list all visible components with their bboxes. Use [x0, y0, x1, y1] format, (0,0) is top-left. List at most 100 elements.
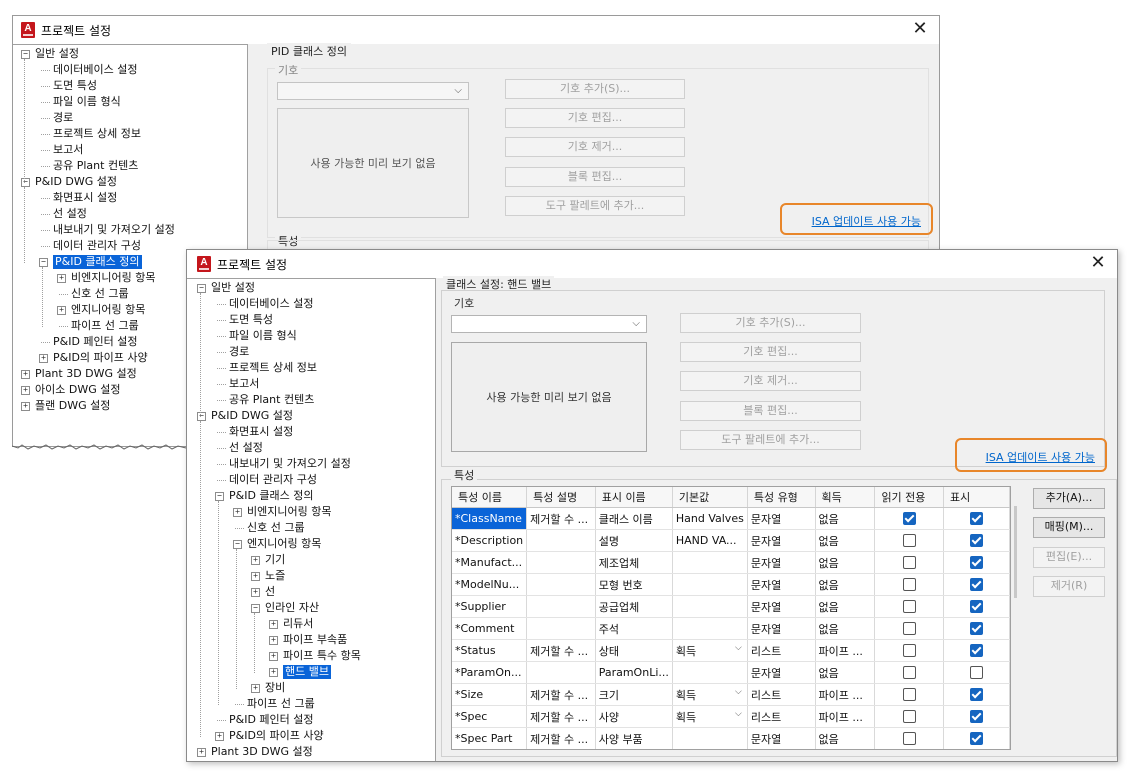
- visible-checkbox[interactable]: [970, 534, 983, 548]
- property-name-cell[interactable]: *ParamOn...: [452, 661, 528, 684]
- front-tree-item[interactable]: 일반 설정: [211, 281, 255, 295]
- add-property-button[interactable]: 추가(A)...: [1033, 488, 1105, 509]
- default-value-cell[interactable]: [672, 573, 748, 596]
- edit-property-button[interactable]: 편집(E)...: [1033, 547, 1105, 568]
- property-description-cell[interactable]: 제거할 수 ...: [526, 727, 596, 749]
- front-isa-update-link[interactable]: ISA 업데이트 사용 가능: [986, 449, 1095, 465]
- front-tree-item[interactable]: 프로젝트 상세 정보: [229, 361, 317, 375]
- table-row[interactable]: *Spec Part 제거할 수 ... 사양 부품 문자열 없음: [452, 727, 1010, 749]
- expand-icon[interactable]: +: [269, 652, 278, 661]
- readonly-checkbox[interactable]: [902, 622, 916, 636]
- table-row[interactable]: *Size 제거할 수 ... 크기 ⌵ 획득 리스트 파이프 ...: [452, 683, 1010, 706]
- collapse-icon[interactable]: −: [251, 604, 260, 613]
- front-tree-item[interactable]: 핸드 밸브: [283, 665, 331, 679]
- grid-column-header[interactable]: 특성 설명: [526, 487, 596, 508]
- expand-icon[interactable]: +: [251, 556, 260, 565]
- collapse-icon[interactable]: −: [21, 50, 30, 59]
- property-type-cell[interactable]: 문자열: [747, 661, 816, 684]
- grid-column-header[interactable]: 표시: [943, 487, 1010, 508]
- front-tree-item[interactable]: P&ID의 파이프 사양: [229, 729, 324, 743]
- back-tree-item[interactable]: 비엔지니어링 항목: [71, 271, 155, 285]
- back-tree-item[interactable]: 내보내기 및 가져오기 설정: [53, 223, 175, 237]
- close-icon[interactable]: ✕: [911, 18, 929, 39]
- expand-icon[interactable]: +: [39, 354, 48, 363]
- default-value-cell[interactable]: ⌵ 획득: [672, 683, 748, 706]
- acquire-cell[interactable]: 없음: [815, 727, 876, 749]
- display-name-cell[interactable]: ParamOnLi...: [595, 661, 673, 684]
- back-tree-item[interactable]: 도면 특성: [53, 79, 97, 93]
- front-edit-block-button[interactable]: 블록 편집...: [680, 401, 861, 421]
- property-type-cell[interactable]: 문자열: [747, 617, 816, 640]
- acquire-cell[interactable]: 없음: [815, 551, 876, 574]
- back-tree-item[interactable]: Plant 3D DWG 설정: [35, 367, 137, 381]
- property-name-cell[interactable]: *Manufact...: [452, 551, 528, 574]
- display-name-cell[interactable]: 제조업체: [595, 551, 673, 574]
- collapse-icon[interactable]: −: [197, 412, 206, 421]
- property-name-cell[interactable]: *Supplier: [452, 595, 528, 618]
- visible-checkbox[interactable]: [970, 732, 983, 746]
- back-tree-item[interactable]: P&ID의 파이프 사양: [53, 351, 148, 365]
- expand-icon[interactable]: +: [269, 636, 278, 645]
- visible-checkbox[interactable]: [970, 578, 983, 592]
- property-description-cell[interactable]: [526, 529, 596, 552]
- back-tree-item[interactable]: 아이소 DWG 설정: [35, 383, 120, 397]
- readonly-checkbox[interactable]: [902, 556, 916, 570]
- visible-checkbox[interactable]: [970, 644, 983, 658]
- default-value-cell[interactable]: ⌵ 획득: [672, 639, 748, 662]
- front-tree-item[interactable]: 선 설정: [229, 441, 263, 455]
- readonly-checkbox[interactable]: [902, 666, 916, 680]
- property-description-cell[interactable]: [526, 595, 596, 618]
- property-description-cell[interactable]: 제거할 수 ...: [526, 705, 596, 728]
- property-type-cell[interactable]: 리스트: [747, 639, 816, 662]
- front-tree-item[interactable]: 보고서: [229, 377, 259, 391]
- front-remove-symbol-button[interactable]: 기호 제거...: [680, 371, 861, 391]
- front-tree-item[interactable]: P&ID 클래스 정의: [229, 489, 314, 503]
- property-description-cell[interactable]: 제거할 수 ...: [526, 683, 596, 706]
- back-tree-item[interactable]: 공유 Plant 컨텐츠: [53, 159, 138, 173]
- visible-checkbox[interactable]: [970, 710, 983, 724]
- property-type-cell[interactable]: 리스트: [747, 705, 816, 728]
- back-tree-item[interactable]: 화면표시 설정: [53, 191, 117, 205]
- grid-column-header[interactable]: 특성 유형: [747, 487, 816, 508]
- readonly-checkbox[interactable]: [902, 688, 916, 702]
- property-type-cell[interactable]: 리스트: [747, 683, 816, 706]
- readonly-checkbox[interactable]: [902, 644, 916, 658]
- table-row[interactable]: *Supplier 공급업체 문자열 없음: [452, 595, 1010, 618]
- expand-icon[interactable]: +: [251, 572, 260, 581]
- visible-checkbox[interactable]: [970, 622, 983, 636]
- chevron-down-icon[interactable]: ⌵: [735, 709, 744, 719]
- table-row[interactable]: *Spec 제거할 수 ... 사양 ⌵ 획득 리스트 파이프 ...: [452, 705, 1010, 728]
- acquire-cell[interactable]: 없음: [815, 573, 876, 596]
- display-name-cell[interactable]: 모형 번호: [595, 573, 673, 596]
- table-row[interactable]: *ClassName 제거할 수 ... 클래스 이름 Hand Valves 문자열 없…: [452, 507, 1010, 530]
- table-row[interactable]: *Comment 주석 문자열 없음: [452, 617, 1010, 640]
- back-tree-item[interactable]: P&ID DWG 설정: [35, 175, 117, 189]
- property-type-cell[interactable]: 문자열: [747, 573, 816, 596]
- grid-column-header[interactable]: 읽기 전용: [874, 487, 944, 508]
- front-add-symbol-button[interactable]: 기호 추가(S)...: [680, 313, 861, 333]
- expand-icon[interactable]: +: [57, 306, 66, 315]
- property-name-cell[interactable]: *Comment: [452, 617, 528, 640]
- expand-icon[interactable]: +: [251, 588, 260, 597]
- back-edit-symbol-button[interactable]: 기호 편집...: [505, 108, 685, 128]
- expand-icon[interactable]: +: [57, 274, 66, 283]
- readonly-checkbox[interactable]: [902, 512, 916, 526]
- property-type-cell[interactable]: 문자열: [747, 595, 816, 618]
- property-name-cell[interactable]: *Status: [452, 639, 528, 662]
- front-tree-item[interactable]: 화면표시 설정: [229, 425, 293, 439]
- properties-grid[interactable]: 특성 이름 특성 설명 표시 이름 기본값 특성 유형 획득 읽기 전용 표시 *ClassN…: [451, 486, 1011, 750]
- grid-column-header[interactable]: 기본값: [672, 487, 748, 508]
- default-value-cell[interactable]: [672, 595, 748, 618]
- expand-icon[interactable]: +: [197, 748, 206, 757]
- acquire-cell[interactable]: 없음: [815, 507, 876, 530]
- readonly-checkbox[interactable]: [902, 578, 916, 592]
- front-tree-item[interactable]: 경로: [229, 345, 249, 359]
- grid-scroll-thumb[interactable]: [1014, 506, 1017, 598]
- property-name-cell[interactable]: *Description: [452, 529, 528, 552]
- acquire-cell[interactable]: 없음: [815, 529, 876, 552]
- table-row[interactable]: *ModelNu... 모형 번호 문자열 없음: [452, 573, 1010, 596]
- front-tree-item[interactable]: 기기: [265, 553, 285, 567]
- default-value-cell[interactable]: [672, 617, 748, 640]
- visible-checkbox[interactable]: [970, 556, 983, 570]
- collapse-icon[interactable]: −: [233, 540, 242, 549]
